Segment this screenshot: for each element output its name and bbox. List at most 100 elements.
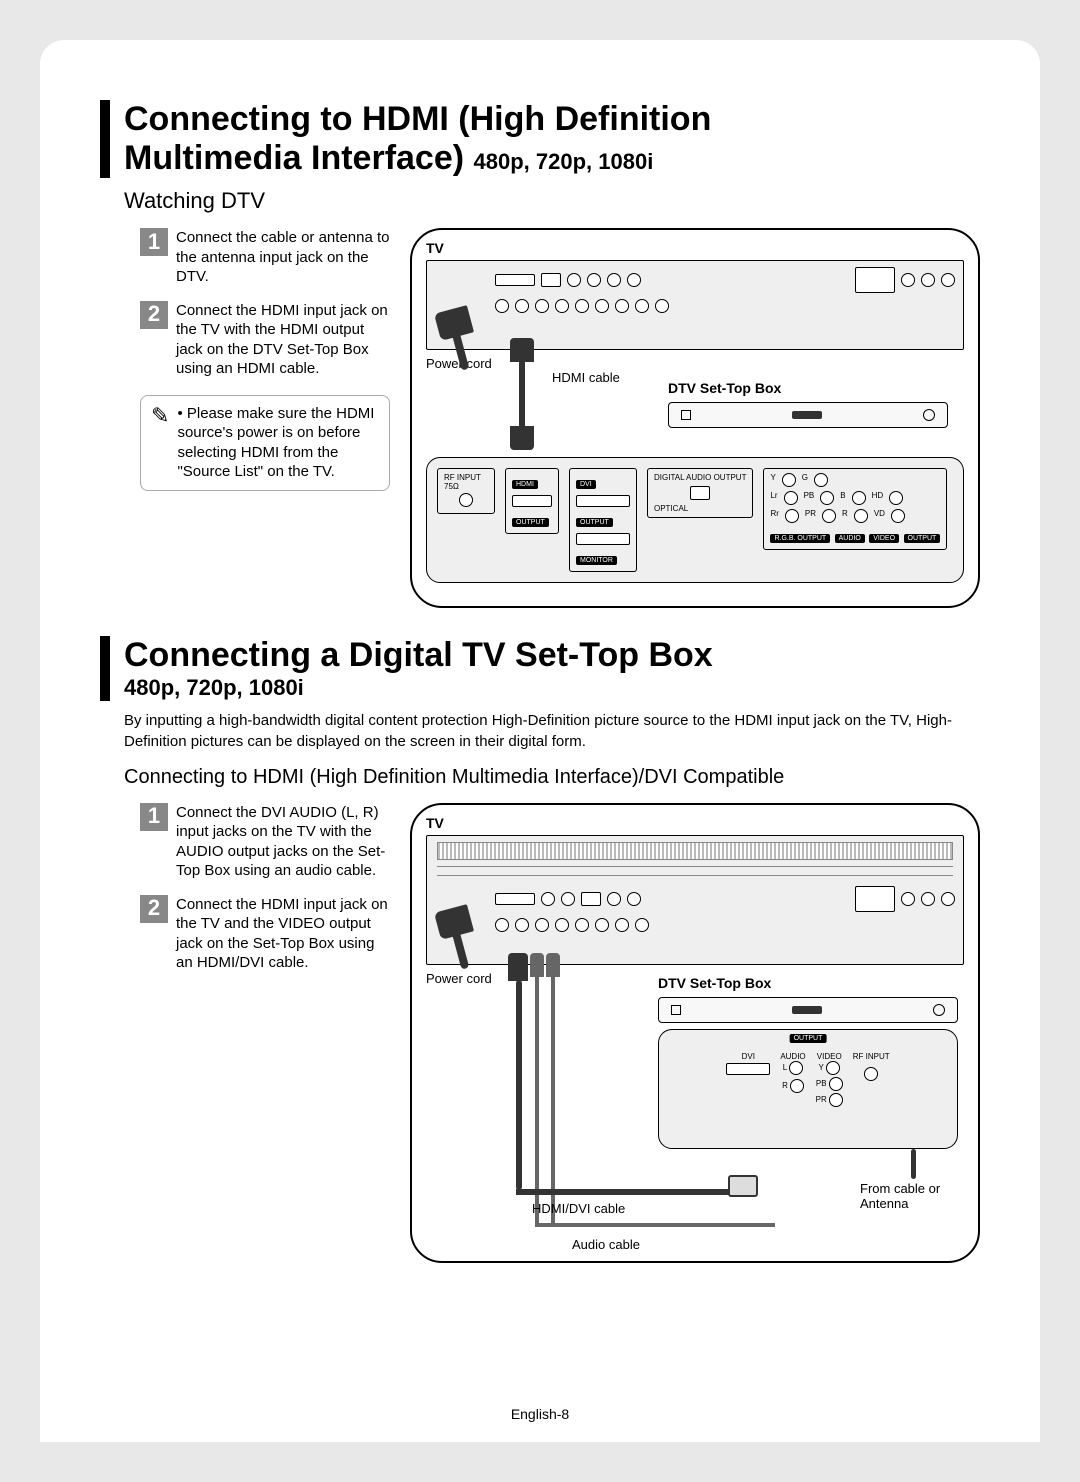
- stb-dvi-group: DVI OUTPUT MONITOR: [569, 468, 637, 572]
- section1-subheading: Watching DTV: [124, 188, 980, 214]
- diagram2-stb-label: DTV Set-Top Box: [658, 975, 958, 991]
- section2: Connecting a Digital TV Set-Top Box 480p…: [100, 636, 980, 1263]
- port-icon: [561, 892, 575, 906]
- audio-cable-icon: [535, 975, 539, 1225]
- diagram1-hdmi-cable-label: HDMI cable: [552, 370, 620, 385]
- rca-port-icon: [826, 1061, 840, 1075]
- step-number-1: 1: [140, 228, 168, 256]
- step-number-1: 1: [140, 803, 168, 831]
- port-icon: [595, 299, 609, 313]
- r-label: R: [842, 509, 848, 523]
- audio-label: AUDIO: [835, 534, 865, 543]
- port-icon: [635, 299, 649, 313]
- cable-line-icon: [535, 1223, 775, 1227]
- rgb-output-label: R.G.B. OUTPUT: [770, 534, 830, 543]
- r-label: R: [782, 1081, 788, 1090]
- section2-steps: 1 Connect the DVI AUDIO (L, R) input jac…: [140, 803, 390, 1263]
- monitor-label: MONITOR: [576, 556, 617, 565]
- port-icon: [515, 299, 529, 313]
- port-icon: [921, 273, 935, 287]
- rca-plug-icon: [530, 953, 544, 977]
- section1-resolutions: 480p, 720p, 1080i: [474, 149, 654, 174]
- dvi-connector-icon: [728, 1175, 758, 1197]
- optical-port-icon: [690, 486, 710, 500]
- speaker-grill-icon: [437, 842, 953, 860]
- port-icon: [587, 273, 601, 287]
- section1-diagram: TV: [410, 228, 980, 608]
- port-icon: [515, 918, 529, 932]
- port-icon: [495, 918, 509, 932]
- coax-port-icon: [864, 1067, 878, 1081]
- lr-label: Lr: [770, 491, 777, 505]
- port-icon: [627, 892, 641, 906]
- diagram1-stb-label: DTV Set-Top Box: [668, 380, 948, 396]
- section1-title-block: Connecting to HDMI (High Definition Mult…: [100, 100, 980, 178]
- hdmi-cable-icon: [519, 360, 525, 430]
- section1-step2: 2 Connect the HDMI input jack on the TV …: [140, 301, 390, 379]
- cable-line-icon: [516, 1189, 736, 1195]
- b-label: B: [840, 491, 845, 505]
- rca-port-icon: [852, 491, 866, 505]
- manual-page: Connecting to HDMI (High Definition Mult…: [40, 40, 1040, 1442]
- port-icon: [921, 892, 935, 906]
- hdmi-plug-icon: [508, 953, 528, 981]
- cablecard-slot-icon: [855, 886, 895, 912]
- stb-hdmi-group: HDMI OUTPUT: [505, 468, 559, 534]
- section2-subheading: Connecting to HDMI (High Definition Mult…: [124, 766, 980, 789]
- output-label: OUTPUT: [512, 518, 549, 527]
- rca-port-icon: [820, 491, 834, 505]
- rca-port-icon: [889, 491, 903, 505]
- rca-port-icon: [814, 473, 828, 487]
- output-label: OUTPUT: [576, 518, 613, 527]
- rca-port-icon: [790, 1079, 804, 1093]
- rr-label: Rr: [770, 509, 778, 523]
- pr-label: PR: [805, 509, 816, 523]
- port-icon: [607, 892, 621, 906]
- stb-front-icon: [668, 402, 948, 428]
- section2-intro: By inputting a high-bandwidth digital co…: [124, 711, 980, 752]
- hdmi-dvi-cable-icon: [516, 980, 522, 1190]
- rca-port-icon: [789, 1061, 803, 1075]
- hdmi-port-icon: [495, 893, 535, 905]
- rca-port-icon: [829, 1077, 843, 1091]
- rca-port-icon: [784, 491, 798, 505]
- audio-cable-icon: [551, 975, 555, 1225]
- dvi-port-icon: [726, 1063, 770, 1075]
- rf-input-label: RF INPUT: [853, 1052, 890, 1061]
- hdmi-label: HDMI: [512, 480, 538, 489]
- power-plug-icon: [434, 904, 474, 940]
- hdmi-plug-icon: [510, 426, 534, 450]
- diagram1-tv-panel: [426, 260, 964, 350]
- section1-step1: 1 Connect the cable or antenna to the an…: [140, 228, 390, 287]
- audio-label: AUDIO: [780, 1052, 805, 1061]
- vga-port-icon: [576, 533, 630, 545]
- antenna-cable-icon: [911, 1149, 916, 1179]
- rca-plug-icon: [546, 953, 560, 977]
- stb-digital-audio-group: DIGITAL AUDIO OUTPUT OPTICAL: [647, 468, 753, 518]
- port-icon: [535, 299, 549, 313]
- port-icon: [575, 918, 589, 932]
- video-label: VIDEO: [816, 1052, 843, 1061]
- rca-port-icon: [785, 509, 799, 523]
- section2-row: 1 Connect the DVI AUDIO (L, R) input jac…: [140, 803, 980, 1263]
- section1-title-line2-text: Multimedia Interface): [124, 139, 464, 177]
- diagram2-hdmi-dvi-label: HDMI/DVI cable: [532, 1201, 625, 1216]
- port-icon: [581, 892, 601, 906]
- rca-port-icon: [891, 509, 905, 523]
- port-icon: [495, 299, 509, 313]
- port-icon: [535, 918, 549, 932]
- pb-label: PB: [816, 1079, 827, 1088]
- stb-component-group: Y G Lr PB B HD Rr PR R: [763, 468, 947, 550]
- section1-title-line2: Multimedia Interface) 480p, 720p, 1080i: [124, 139, 980, 178]
- port-icon: [901, 273, 915, 287]
- dvi-port-icon: [576, 495, 630, 507]
- dvi-label: DVI: [726, 1052, 770, 1061]
- section2-resolutions: 480p, 720p, 1080i: [124, 675, 980, 701]
- diagram2-tv-panel: [426, 835, 964, 965]
- coax-port-icon: [459, 493, 473, 507]
- rca-port-icon: [782, 473, 796, 487]
- y-label: Y: [819, 1063, 824, 1072]
- page-footer: English-8: [40, 1406, 1040, 1422]
- pb-label: PB: [804, 491, 815, 505]
- step-number-2: 2: [140, 895, 168, 923]
